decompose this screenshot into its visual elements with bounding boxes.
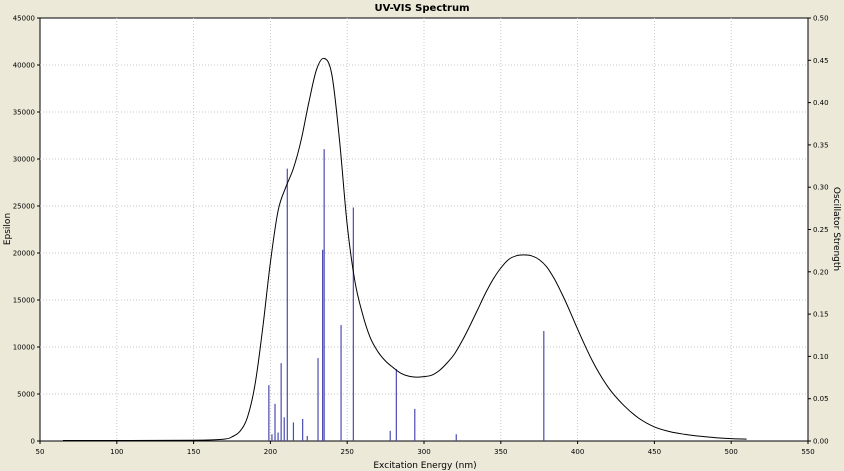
x-tick-label: 200 — [264, 448, 277, 456]
y-tick-label: 30000 — [13, 156, 35, 164]
x-tick-label: 350 — [494, 448, 507, 456]
y-tick-label: 10000 — [13, 344, 35, 352]
x-tick-label: 450 — [648, 448, 661, 456]
y2-tick-label: 0.45 — [813, 57, 829, 65]
y-tick-label: 0 — [31, 438, 35, 446]
y2-tick-label: 0.30 — [813, 184, 829, 192]
y2-tick-label: 0.15 — [813, 311, 829, 319]
y2-tick-label: 0.20 — [813, 268, 829, 276]
y-axis-label: Epsilon — [3, 213, 13, 245]
y-tick-label: 25000 — [13, 203, 35, 211]
chart-title: UV-VIS Spectrum — [374, 3, 469, 14]
x-tick-label: 500 — [725, 448, 738, 456]
x-tick-label: 100 — [110, 448, 123, 456]
x-tick-label: 150 — [187, 448, 200, 456]
y-tick-label: 20000 — [13, 250, 35, 258]
y-tick-label: 35000 — [13, 109, 35, 117]
y2-tick-label: 0.35 — [813, 141, 829, 149]
y-tick-label: 5000 — [17, 391, 35, 399]
x-axis-label: Excitation Energy (nm) — [373, 461, 476, 471]
y-tick-label: 15000 — [13, 297, 35, 305]
y2-tick-label: 0.25 — [813, 226, 829, 234]
y2-tick-label: 0.40 — [813, 99, 829, 107]
chart-canvas: 50 100 150 200 250 300 350 400 450 500 550 0 5000 100… — [0, 0, 844, 471]
y-tick-label: 40000 — [13, 62, 35, 70]
x-tick-label: 550 — [801, 448, 814, 456]
y2-tick-label: 0.00 — [813, 438, 829, 446]
x-tick-label: 400 — [571, 448, 584, 456]
y-tick-label: 45000 — [13, 15, 35, 23]
x-tick-label: 50 — [36, 448, 45, 456]
uv-vis-chart: 50 100 150 200 250 300 350 400 450 500 550 0 5000 100… — [0, 0, 844, 471]
y2-tick-label: 0.10 — [813, 353, 829, 361]
x-tick-label: 250 — [341, 448, 354, 456]
x-tick-label: 300 — [417, 448, 430, 456]
y2-axis-label: Oscillator Strength — [831, 187, 841, 271]
y2-tick-label: 0.50 — [813, 15, 829, 23]
y2-tick-label: 0.05 — [813, 395, 829, 403]
